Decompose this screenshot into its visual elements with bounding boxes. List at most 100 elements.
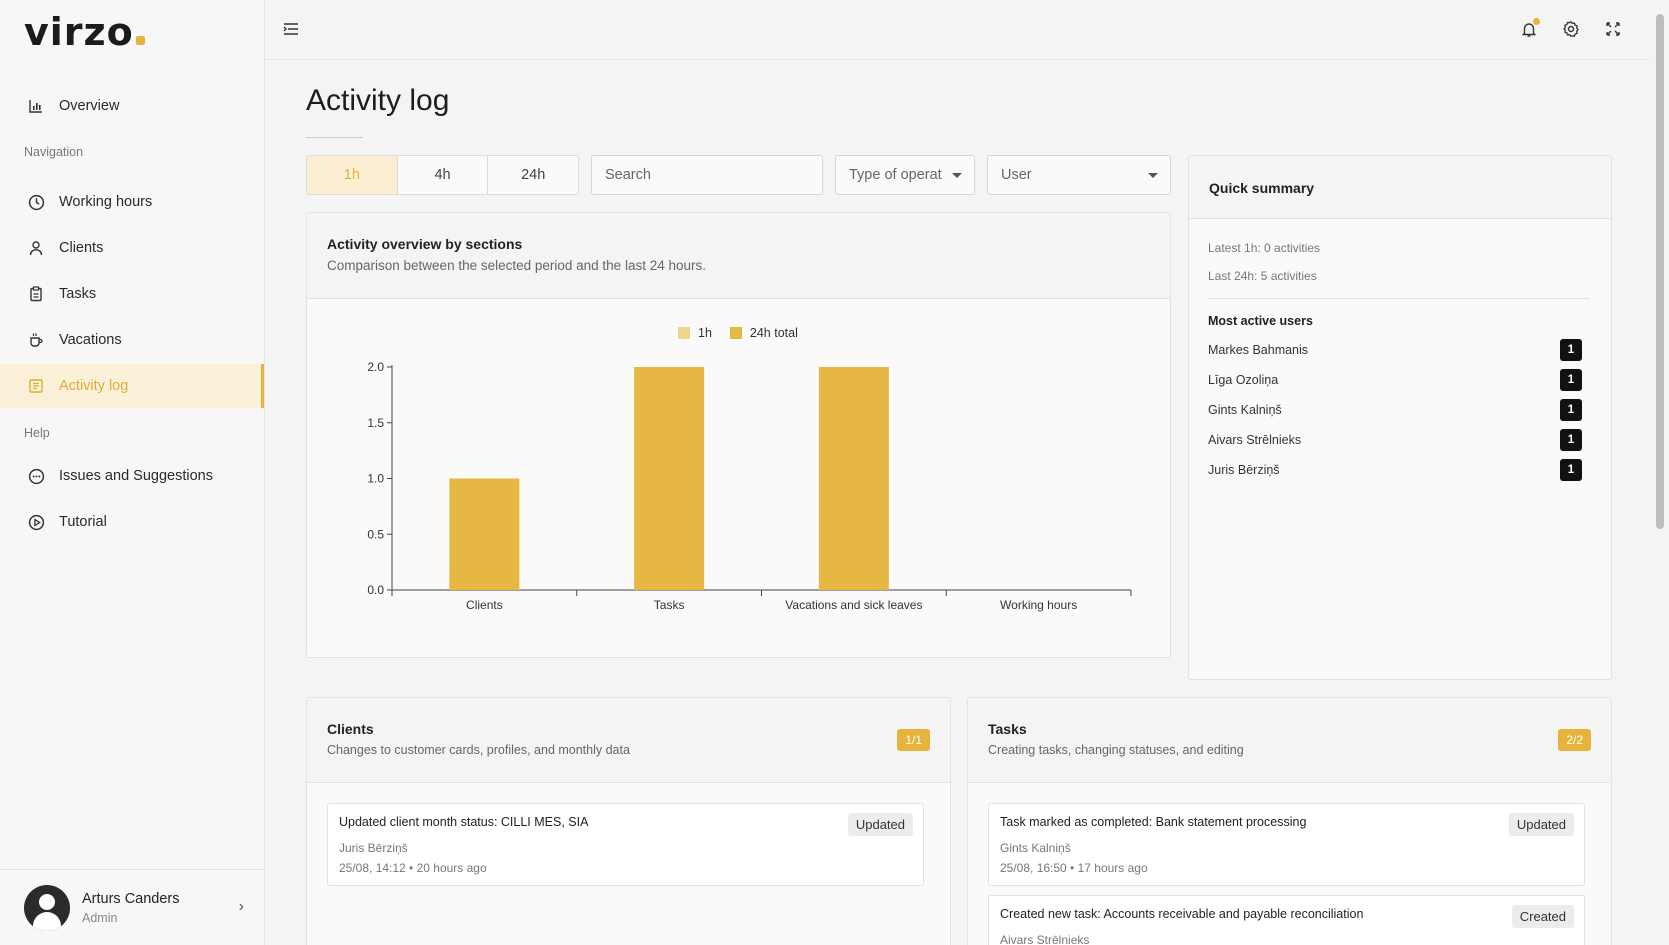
- legend-item[interactable]: 24h total: [729, 326, 798, 340]
- page-title: Activity log: [306, 84, 450, 117]
- sidebar-item-overview[interactable]: Overview: [0, 84, 264, 128]
- sidebar-item-clients[interactable]: Clients: [0, 226, 264, 270]
- coffee-icon: [27, 331, 45, 349]
- count-badge: 2/2: [1558, 729, 1591, 751]
- y-tick-label: 0.0: [367, 583, 384, 597]
- search-input[interactable]: Search: [591, 155, 823, 195]
- play-icon: [27, 513, 45, 531]
- entry-user: Gints Kalniņš: [1000, 841, 1071, 855]
- sidebar-item-vacations[interactable]: Vacations: [0, 318, 264, 362]
- x-tick-label: Working hours: [1000, 598, 1077, 612]
- card-subtitle: Comparison between the selected period a…: [327, 258, 706, 273]
- user-icon: [27, 239, 45, 257]
- sidebar-item-issues[interactable]: Issues and Suggestions: [0, 454, 264, 498]
- card-title: Clients: [327, 721, 374, 737]
- log-entry[interactable]: Task marked as completed: Bank statement…: [988, 803, 1585, 886]
- y-tick-label: 1.5: [367, 416, 384, 430]
- type-filter-select[interactable]: Type of operat: [835, 155, 975, 195]
- x-tick-label: Clients: [466, 598, 503, 612]
- activity-bar-chart: 0.0 0.5 1.0 1.5 2.0 Clients Tasks Vacations and…: [367, 360, 1132, 612]
- section-label-help: Help: [24, 426, 50, 440]
- sidebar-item-label: Activity log: [59, 378, 129, 394]
- period-1h-button[interactable]: 1h: [307, 156, 398, 194]
- chevron-down-icon: [1148, 173, 1158, 178]
- user-name: Arturs Canders: [82, 890, 180, 907]
- sidebar-item-label: Overview: [59, 98, 120, 114]
- active-user-row: Markes Bahmanis 1: [1208, 339, 1582, 361]
- gear-icon[interactable]: [1560, 18, 1582, 40]
- tasks-card: Tasks Creating tasks, changing statuses,…: [967, 697, 1612, 945]
- y-tick-label: 0.5: [367, 527, 384, 541]
- sidebar-item-tutorial[interactable]: Tutorial: [0, 500, 264, 544]
- legend-swatch: [678, 327, 690, 339]
- period-4h-button[interactable]: 4h: [398, 156, 489, 194]
- card-subtitle: Creating tasks, changing statuses, and e…: [988, 743, 1244, 757]
- title-underline: [306, 137, 363, 138]
- menu-toggle-icon[interactable]: [282, 20, 300, 38]
- active-user-name: Gints Kalniņš: [1208, 403, 1282, 417]
- status-badge: Updated: [847, 813, 913, 836]
- type-filter-value: Type of operat: [849, 167, 942, 183]
- activity-count-badge: 1: [1560, 459, 1582, 481]
- period-24h-button[interactable]: 24h: [488, 156, 578, 194]
- card-header: Clients Changes to customer cards, profi…: [307, 698, 950, 783]
- chevron-right-icon[interactable]: ›: [239, 898, 244, 916]
- y-tick-label: 2.0: [367, 360, 384, 374]
- sidebar-item-label: Tutorial: [59, 514, 107, 530]
- entry-title: Updated client month status: CILLI MES, …: [339, 815, 589, 829]
- legend-label: 24h total: [749, 326, 798, 340]
- entry-title: Task marked as completed: Bank statement…: [1000, 815, 1307, 829]
- summary-last-24h: Last 24h: 5 activities: [1208, 269, 1317, 283]
- topbar: [265, 0, 1650, 60]
- card-title: Tasks: [988, 721, 1027, 737]
- sidebar-item-working-hours[interactable]: Working hours: [0, 180, 264, 224]
- page-scrollbar[interactable]: [1652, 0, 1669, 945]
- entry-user: Juris Bērziņš: [339, 841, 408, 855]
- user-role: Admin: [82, 910, 118, 925]
- legend-swatch: [729, 327, 742, 339]
- x-tick-label: Vacations and sick leaves: [785, 598, 922, 612]
- log-entry[interactable]: Created new task: Accounts receivable an…: [988, 895, 1585, 945]
- active-user-row: Līga Ozoliņa 1: [1208, 369, 1582, 391]
- entry-user: Aivars Strēlnieks: [1000, 933, 1090, 945]
- section-label-navigation: Navigation: [24, 145, 84, 159]
- log-entry[interactable]: Updated client month status: CILLI MES, …: [327, 803, 924, 886]
- logo[interactable]: virzo: [24, 10, 145, 54]
- bar-1-1: [634, 367, 705, 590]
- chat-icon: [27, 467, 45, 485]
- sidebar-item-label: Clients: [59, 240, 104, 256]
- search-placeholder: Search: [605, 167, 651, 183]
- avatar: [24, 884, 70, 931]
- sidebar-item-label: Vacations: [59, 332, 122, 348]
- active-user-name: Aivars Strēlnieks: [1208, 433, 1302, 447]
- active-user-name: Juris Bērziņš: [1208, 463, 1280, 477]
- chart-legend: 1h 24h total: [678, 326, 816, 340]
- user-filter-select[interactable]: User: [987, 155, 1171, 195]
- fullscreen-icon[interactable]: [1602, 18, 1624, 40]
- card-title: Quick summary: [1209, 180, 1315, 196]
- bar-1-2: [818, 367, 889, 590]
- scrollbar-thumb[interactable]: [1656, 14, 1664, 529]
- active-user-name: Markes Bahmanis: [1208, 343, 1309, 357]
- sidebar-item-tasks[interactable]: Tasks: [0, 272, 264, 316]
- clients-card: Clients Changes to customer cards, profi…: [306, 697, 951, 945]
- activity-count-badge: 1: [1560, 369, 1582, 391]
- card-header: Tasks Creating tasks, changing statuses,…: [968, 698, 1611, 783]
- entry-title: Created new task: Accounts receivable an…: [1000, 907, 1364, 921]
- sidebar-item-label: Tasks: [59, 286, 97, 302]
- bar-chart-icon: [27, 97, 45, 115]
- period-selector: 1h 4h 24h: [306, 155, 579, 195]
- activity-count-badge: 1: [1560, 399, 1582, 421]
- log-icon: [27, 377, 45, 395]
- summary-latest-1h: Latest 1h: 0 activities: [1208, 241, 1321, 255]
- legend-item[interactable]: 1h: [678, 326, 712, 340]
- y-tick-label: 1.0: [367, 472, 384, 486]
- entry-time: 25/08, 14:12 • 20 hours ago: [339, 861, 487, 875]
- count-badge: 1/1: [897, 729, 930, 751]
- user-profile[interactable]: Arturs Canders Admin ›: [0, 869, 264, 945]
- sidebar-item-activity-log[interactable]: Activity log: [0, 364, 264, 408]
- chevron-down-icon: [952, 173, 962, 178]
- activity-count-badge: 1: [1560, 429, 1582, 451]
- card-subtitle: Changes to customer cards, profiles, and…: [327, 743, 630, 757]
- bell-icon[interactable]: [1518, 18, 1540, 40]
